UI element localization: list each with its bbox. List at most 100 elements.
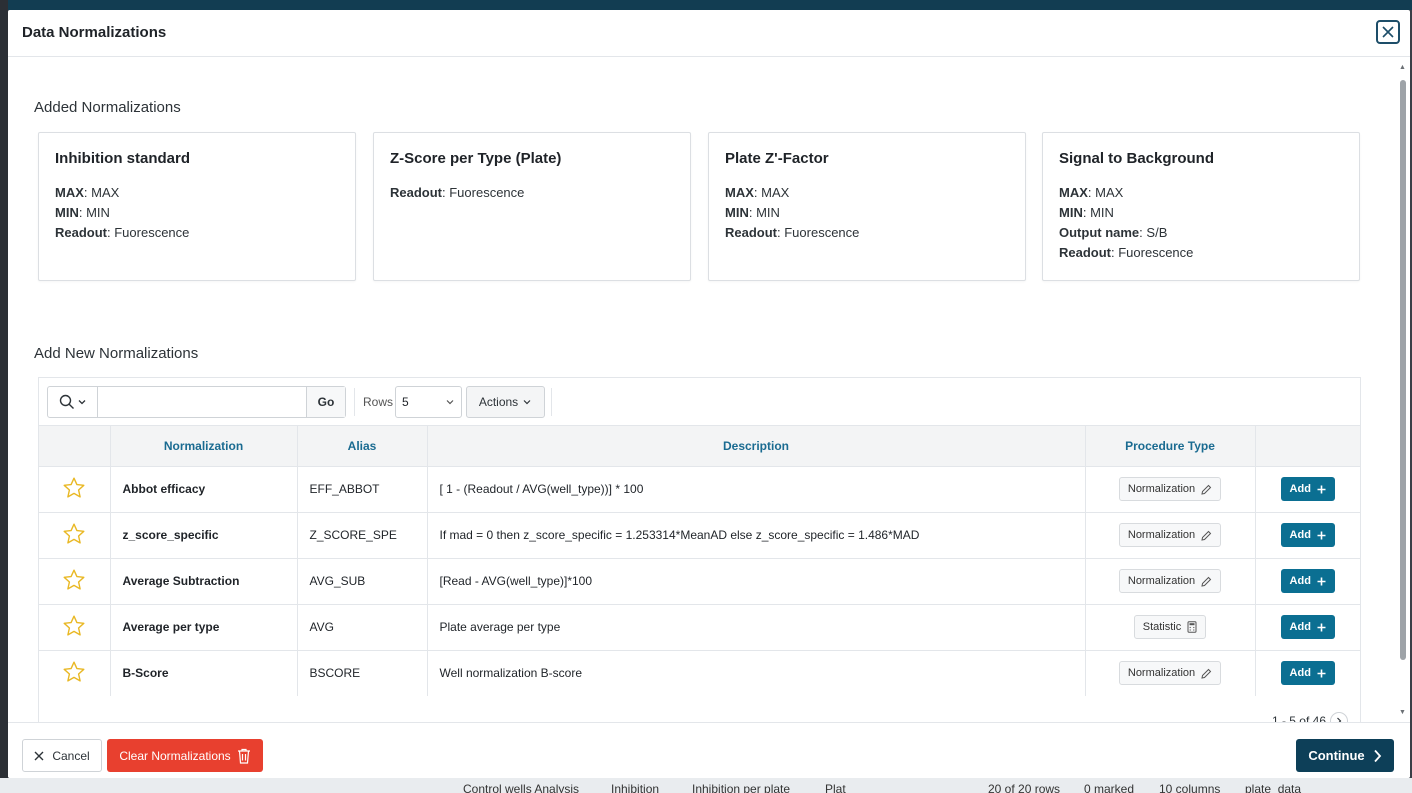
add-normalization-button[interactable]: Add — [1280, 477, 1335, 501]
rows-per-page-select[interactable]: 5 — [395, 386, 462, 418]
normalization-name-cell: Average per type — [110, 603, 298, 650]
close-button[interactable] — [1376, 20, 1400, 44]
pencil-icon — [1201, 530, 1212, 541]
description-cell: Plate average per type — [427, 603, 1086, 650]
alias-cell: Z_SCORE_SPE — [297, 511, 428, 558]
normalizations-grid: Go Rows 5 Actions Normalization Alias De… — [38, 377, 1361, 722]
go-button[interactable]: Go — [306, 387, 345, 417]
pencil-icon — [1201, 668, 1212, 679]
star-icon — [63, 569, 85, 590]
procedure-type-badge[interactable]: Normalization — [1118, 569, 1222, 593]
dialog-header: Data Normalizations — [8, 10, 1410, 57]
rows-per-page-value: 5 — [402, 395, 409, 409]
normalization-card: Signal to Background MAX: MAX MIN: MIN O… — [1042, 132, 1360, 281]
chevron-down-icon — [523, 400, 531, 405]
add-label: Add — [1289, 575, 1311, 587]
card-title: Signal to Background — [1059, 150, 1215, 167]
description-cell: If mad = 0 then z_score_specific = 1.253… — [427, 511, 1086, 558]
actions-label: Actions — [478, 395, 519, 409]
add-normalization-button[interactable]: Add — [1280, 661, 1335, 686]
add-normalization-button[interactable]: Add — [1280, 569, 1335, 593]
favorite-star-button[interactable] — [62, 614, 86, 641]
card-property: MIN: MIN — [1059, 205, 1114, 220]
procedure-type-cell: Normalization — [1085, 557, 1256, 604]
add-new-normalizations-heading: Add New Normalizations — [34, 345, 199, 362]
procedure-type-badge[interactable]: Statistic — [1133, 615, 1207, 639]
add-label: Add — [1289, 529, 1311, 541]
column-header-description[interactable]: Description — [427, 426, 1086, 466]
add-normalization-button[interactable]: Add — [1280, 615, 1335, 639]
add-label: Add — [1289, 483, 1311, 495]
add-normalization-button[interactable]: Add — [1280, 523, 1335, 547]
favorite-cell — [39, 649, 111, 696]
clear-normalizations-label: Clear Normalizations — [119, 748, 231, 763]
procedure-type-label: Normalization — [1127, 529, 1196, 541]
procedure-type-badge[interactable]: Normalization — [1118, 661, 1222, 686]
card-title: Z-Score per Type (Plate) — [390, 150, 562, 167]
dialog-footer: Cancel Clear Normalizations Continue — [8, 722, 1410, 778]
search-column-menu[interactable] — [48, 387, 98, 417]
favorite-star-button[interactable] — [62, 476, 86, 503]
description-cell: [Read - AVG(well_type)]*100 — [427, 557, 1086, 604]
favorite-star-button[interactable] — [62, 522, 86, 549]
dialog-title: Data Normalizations — [22, 24, 167, 41]
procedure-type-badge[interactable]: Normalization — [1118, 477, 1222, 501]
procedure-type-label: Statistic — [1142, 621, 1182, 633]
description-cell: [ 1 - (Readout / AVG(well_type))] * 100 — [427, 465, 1086, 512]
column-header-procedure-type[interactable]: Procedure Type — [1085, 426, 1256, 466]
card-property: Readout: Fuorescence — [1059, 245, 1194, 260]
add-cell: Add — [1255, 649, 1360, 696]
column-header-add — [1255, 426, 1360, 466]
scroll-up-arrow-icon[interactable]: ▲ — [1399, 64, 1406, 71]
plus-icon — [1317, 485, 1326, 493]
add-cell: Add — [1255, 557, 1360, 604]
add-cell: Add — [1255, 511, 1360, 558]
search-icon — [59, 394, 74, 409]
trash-icon — [237, 748, 250, 764]
add-label: Add — [1289, 621, 1311, 633]
toolbar-divider — [551, 388, 552, 416]
card-property: Readout: Fuorescence — [55, 225, 190, 240]
table-header-row: Normalization Alias Description Procedur… — [39, 426, 1360, 466]
cancel-button[interactable]: Cancel — [22, 739, 102, 772]
background-status-item: Inhibition per plate — [692, 782, 791, 793]
favorite-star-button[interactable] — [62, 660, 86, 687]
table-row: Abbot efficacy EFF_ABBOT[ 1 - (Readout / … — [39, 465, 1360, 512]
procedure-type-label: Normalization — [1127, 667, 1196, 680]
toolbar-divider — [354, 388, 355, 416]
procedure-type-cell: Normalization — [1085, 649, 1256, 696]
favorite-star-button[interactable] — [62, 568, 86, 595]
alias-cell: EFF_ABBOT — [297, 465, 428, 512]
dialog-scrollbar[interactable]: ▲ ▼ — [1398, 62, 1408, 718]
rows-label: Rows — [363, 395, 394, 409]
plus-icon — [1317, 669, 1326, 678]
column-header-alias[interactable]: Alias — [297, 426, 428, 466]
search-input[interactable] — [98, 387, 306, 417]
table-row: Average per type AVG Plate average per typ… — [39, 603, 1360, 650]
column-header-normalization[interactable]: Normalization — [110, 426, 298, 466]
pencil-icon — [1201, 576, 1212, 587]
close-icon — [1382, 26, 1394, 38]
background-status-item: Plat — [825, 782, 846, 793]
card-property: Output name: S/B — [1059, 225, 1168, 240]
next-page-button[interactable] — [1330, 712, 1348, 722]
alias-cell: BSCORE — [297, 649, 428, 696]
clear-normalizations-button[interactable]: Clear Normalizations — [107, 739, 263, 772]
actions-menu-button[interactable]: Actions — [466, 386, 545, 418]
background-app-header — [0, 0, 1412, 10]
procedure-type-badge[interactable]: Normalization — [1118, 523, 1222, 547]
add-label: Add — [1289, 667, 1311, 680]
normalization-name-cell: B-Score — [110, 649, 298, 696]
scroll-down-arrow-icon[interactable]: ▼ — [1399, 709, 1406, 716]
procedure-type-cell: Normalization — [1085, 511, 1256, 558]
normalization-card: Inhibition standard MAX: MAX MIN: MIN Re… — [38, 132, 356, 281]
pagination: 1 - 5 of 46 — [1272, 712, 1348, 722]
chevron-down-icon — [78, 400, 85, 405]
procedure-type-label: Normalization — [1127, 483, 1196, 495]
favorite-cell — [39, 511, 111, 558]
chevron-down-icon — [446, 400, 454, 405]
star-icon — [63, 477, 85, 498]
continue-button[interactable]: Continue — [1296, 739, 1394, 772]
scrollbar-thumb[interactable] — [1400, 80, 1406, 660]
column-header-favorite — [39, 426, 111, 466]
